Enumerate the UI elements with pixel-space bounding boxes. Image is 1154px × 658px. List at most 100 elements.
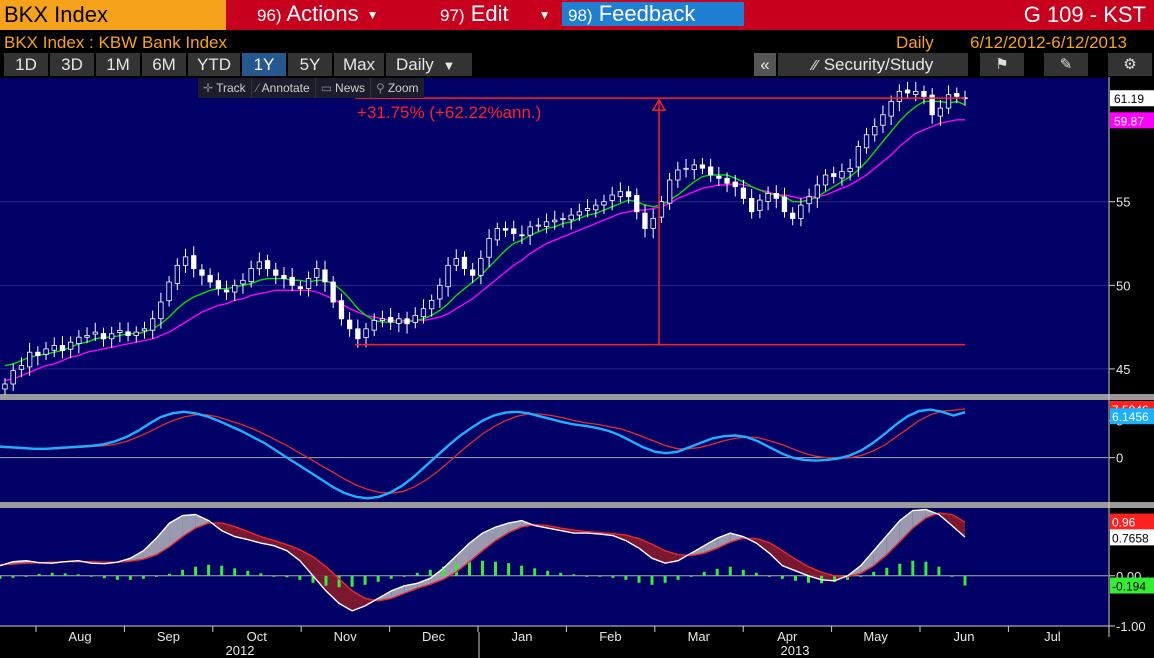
x-month-label: May [863,629,888,644]
x-month-label: Dec [422,629,446,644]
chart-canvas[interactable]: +31.75% (+62.22%ann.) 45505561.1959.8705… [0,77,1154,658]
actions-menu[interactable]: 96) Actions ▼ [257,0,379,30]
x-month-label: Sep [157,629,180,644]
histogram-bar [89,575,93,577]
histogram-bar [559,572,563,576]
candle-body [330,281,336,303]
candle-body [117,330,123,333]
histogram-bar [194,566,198,576]
zoom-tool[interactable]: ⚲ Zoom [371,78,423,98]
flag-icon[interactable]: ⚑ [980,53,1024,76]
candle-body [732,181,738,188]
edit-icon[interactable]: ✎ [1044,53,1088,76]
candle-body [502,228,509,231]
histogram-bar [37,573,41,576]
edit-number: 97) [440,6,465,25]
histogram-bar [233,568,237,576]
histogram-bar [298,575,302,580]
price-y-tick-label: 45 [1116,362,1130,377]
candle-body [355,328,361,340]
candle-body [740,187,747,199]
candle-body [601,201,607,206]
candle-body [839,171,845,179]
x-month-label: Aug [68,629,91,644]
range-button-1d[interactable]: 1D [4,53,48,76]
range-button-6m[interactable]: 6M [142,53,186,76]
histogram-bar [272,575,276,577]
histogram-bar [415,572,419,576]
x-month-label: Nov [334,629,358,644]
candle-body [437,284,443,300]
candle-body [469,269,476,276]
annotate-tool[interactable]: ⁄ Annotate [252,78,316,98]
panel-divider [0,394,1154,400]
candle-body [872,126,878,136]
histogram-bar [859,575,863,577]
candle-body [708,166,714,176]
price-panel-bg [0,78,1108,394]
range-button-max[interactable]: Max [334,53,384,76]
histogram-bar [24,575,28,577]
candle-body [863,134,870,149]
panel-divider [0,502,1154,508]
histogram-bar [0,575,2,579]
histogram-bar [898,563,902,576]
collapse-button[interactable]: « [754,53,776,76]
price-y-tick-label: 50 [1116,278,1130,293]
range-button-1y[interactable]: 1Y [242,53,286,76]
feedback-number: 98) [568,6,593,25]
candle-body [256,261,263,269]
range-button-ytd[interactable]: YTD [188,53,240,76]
histogram-bar [207,564,211,576]
candle-body [617,191,623,197]
histogram-bar [141,575,145,579]
histogram-bar [402,575,406,577]
histogram-bar [128,575,132,580]
range-button-5y[interactable]: 5Y [288,53,332,76]
candle-body [765,193,771,202]
news-tool[interactable]: ▭ News [316,78,372,98]
candle-body [346,319,353,330]
candle-body [281,274,287,280]
candle-body [166,281,172,302]
feedback-button[interactable]: 98) Feedback [562,2,744,26]
track-tool[interactable]: ✛ Track [198,78,252,98]
candle-body [790,212,796,219]
histogram-bar [650,575,654,585]
candle-body [814,184,820,199]
gear-icon[interactable]: ⚙ [1108,53,1152,76]
candle-body [650,217,656,229]
candle-body [806,196,812,205]
x-month-label: Oct [247,629,268,644]
histogram-bar [181,569,185,576]
security-study-button[interactable]: ⁄⁄ Security/Study [778,53,968,76]
candle-body [133,331,139,336]
range-button-3d[interactable]: 3D [50,53,94,76]
candle-body [453,258,459,266]
candle-body [773,193,779,199]
date-range[interactable]: 6/12/2012-6/12/2013 [970,33,1127,53]
candle-body [199,269,205,276]
candle-body [880,114,886,126]
histogram-bar [376,575,380,582]
candle-body [445,264,451,288]
histogram-bar [50,572,54,576]
candle-body [822,174,829,186]
ticker-field[interactable]: BKX Index [0,0,226,30]
frequency-select[interactable]: Daily ▼ [386,53,472,76]
candle-body [798,204,804,219]
candle-body [264,260,271,270]
candle-body [232,284,238,293]
candle-body [10,370,16,385]
candle-body [568,214,574,221]
edit-menu[interactable]: 97) Edit ▼ [440,0,551,30]
histogram-bar [663,575,667,583]
candle-body [519,234,525,237]
candle-body [461,256,468,269]
range-button-1m[interactable]: 1M [96,53,140,76]
candle-body [913,90,919,95]
news-label: News [335,81,366,95]
ind2-y-tick-label: -1.00 [1116,619,1146,634]
candle-body [535,224,541,227]
function-title: G 109 - KST [1023,2,1146,27]
